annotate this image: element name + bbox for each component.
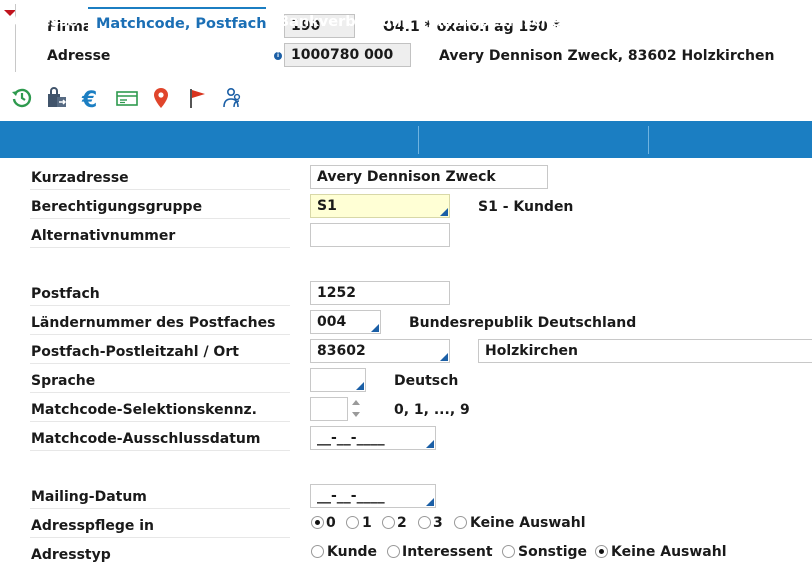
sprache-input[interactable] [310,368,366,392]
adresstyp-radio-interessent[interactable] [387,545,400,558]
adresspflege-option-3[interactable]: 3 [433,514,443,532]
adresspflege-radio-0[interactable] [311,516,324,529]
svg-text:€: € [81,88,97,110]
adresspflege-radio-2[interactable] [382,516,395,529]
laendernummer-value: 004 [317,314,347,330]
ausschlussdatum-value: __-__-____ [317,430,385,446]
adresstyp-option-kunde[interactable]: Kunde [327,543,377,561]
euro-icon[interactable]: € [80,86,104,110]
adresstyp-option-sonstige[interactable]: Sonstige [518,543,587,561]
berechtigungsgruppe-description: S1 - Kunden [478,199,574,215]
row-separator [30,363,290,364]
adresspflege-option-2[interactable]: 2 [397,514,407,532]
tab-bar [0,121,812,158]
adresspflege-radio-3[interactable] [418,516,431,529]
alternativnummer-label: Alternativnummer [31,228,176,244]
tab-divider [648,126,649,154]
value-help-marker-icon[interactable] [356,382,364,390]
row-separator [30,218,290,219]
adresse-description: Avery Dennison Zweck, 83602 Holzkirchen [439,48,775,64]
adresse-label: Adresse [47,48,111,64]
postfach-label: Postfach [31,286,100,302]
laendernummer-description: Bundesrepublik Deutschland [409,315,637,331]
row-separator [30,421,290,422]
row-separator [30,305,290,306]
ausschlussdatum-input[interactable]: __-__-____ [310,426,436,450]
laendernummer-input[interactable]: 004 [310,310,381,334]
sprache-label: Sprache [31,373,96,389]
tab-adresse[interactable]: Adresse [4,7,86,37]
row-separator [30,508,290,509]
adresspflege-radio-keine[interactable] [454,516,467,529]
selektionskennz-label: Matchcode-Selektionskennz. [31,402,258,418]
tab-divider [418,126,419,154]
adresspflege-option-keine[interactable]: Keine Auswahl [470,514,586,532]
row-separator [30,450,290,451]
adresstyp-radio-sonstige[interactable] [502,545,515,558]
postleitzahl-value: 83602 [317,343,366,359]
adresstyp-option-keine[interactable]: Keine Auswahl [611,543,727,561]
postfach-input[interactable]: 1252 [310,281,450,305]
adresspflege-option-1[interactable]: 1 [362,514,372,532]
postleitzahl-ort-label: Postfach-Postleitzahl / Ort [31,344,239,360]
location-pin-icon[interactable] [149,86,173,110]
ausschlussdatum-label: Matchcode-Ausschlussdatum [31,431,261,447]
tab-telekommunikation[interactable]: Telekommunikation [651,7,812,37]
history-icon[interactable] [10,86,34,110]
adresspflege-label: Adresspflege in [31,518,154,534]
kurzadresse-input[interactable]: Avery Dennison Zweck [310,165,548,189]
alternativnummer-input[interactable] [310,223,450,247]
adresstyp-radio-kunde[interactable] [311,545,324,558]
adresstyp-radio-keine[interactable] [595,545,608,558]
row-separator [30,189,290,190]
mailing-datum-value: __-__-____ [317,488,385,504]
adresspflege-option-0[interactable]: 0 [326,514,336,532]
postleitzahl-input[interactable]: 83602 [310,339,450,363]
value-help-marker-icon[interactable] [440,353,448,361]
berechtigungsgruppe-input[interactable]: S1 [310,194,450,218]
sprache-description: Deutsch [394,373,459,389]
ort-input[interactable]: Holzkirchen [478,339,812,363]
shopping-transfer-icon[interactable] [45,86,69,110]
tab-bankverbindung[interactable]: Bankverbindung [270,7,420,37]
spinner-down-icon[interactable] [352,412,360,417]
value-help-marker-icon[interactable] [440,208,448,216]
row-separator [30,537,290,538]
info-icon[interactable]: i [274,52,282,60]
berechtigungsgruppe-label: Berechtigungsgruppe [31,199,203,215]
selektionskennz-input[interactable] [310,397,348,421]
mailing-datum-label: Mailing-Datum [31,489,147,505]
row-separator [30,334,290,335]
value-help-marker-icon[interactable] [371,324,379,332]
spinner-up-icon[interactable] [352,400,360,405]
date-picker-marker-icon[interactable] [426,498,434,506]
row-separator [30,392,290,393]
berechtigungsgruppe-value: S1 [317,198,337,214]
tab-matchcode-postfach[interactable]: Matchcode, Postfach [88,7,267,37]
date-picker-marker-icon[interactable] [426,440,434,448]
adresstyp-label: Adresstyp [31,547,111,563]
row-separator [30,247,290,248]
contacts-icon[interactable] [220,86,244,110]
adresspflege-radio-1[interactable] [346,516,359,529]
laendernummer-label: Ländernummer des Postfaches [31,315,276,331]
kurzadresse-label: Kurzadresse [31,170,129,186]
adresstyp-option-interessent[interactable]: Interessent [402,543,493,561]
tab-mawispezifische-parameter[interactable]: Mawispezifische Parameter [420,7,660,37]
bank-card-icon[interactable] [115,86,139,110]
selektionskennz-range: 0, 1, ..., 9 [394,402,470,418]
flag-icon[interactable] [186,86,210,110]
adresse-field: 1000780 000 [284,43,411,67]
mailing-datum-input[interactable]: __-__-____ [310,484,436,508]
